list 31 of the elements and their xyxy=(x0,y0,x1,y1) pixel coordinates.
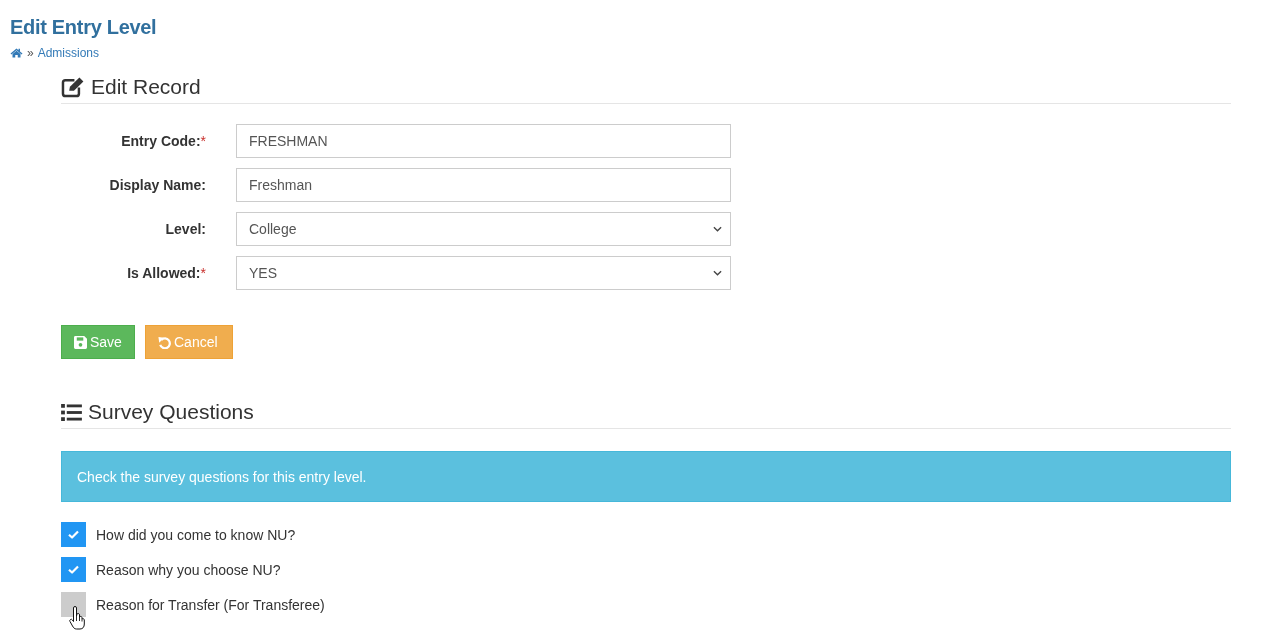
checkbox[interactable] xyxy=(61,557,86,582)
question-label: How did you come to know NU? xyxy=(96,526,296,543)
home-icon xyxy=(10,47,23,58)
info-alert: Check the survey questions for this entry level. xyxy=(61,451,1231,502)
select-dropdown[interactable]: College xyxy=(236,212,731,246)
section-heading: Survey Questions xyxy=(88,400,254,424)
question-label: Reason why you choose NU? xyxy=(96,561,281,578)
chevron-down-icon xyxy=(713,270,722,276)
section-heading: Edit Record xyxy=(91,75,201,99)
chevron-down-icon xyxy=(713,226,722,232)
field-label: Entry Code: xyxy=(121,133,201,149)
required-mark: * xyxy=(200,133,206,149)
text-input[interactable]: FRESHMAN xyxy=(236,124,731,158)
breadcrumb-link[interactable]: Admissions xyxy=(37,45,100,60)
field-label: Level: xyxy=(165,221,206,237)
undo-arrow-icon xyxy=(158,335,171,349)
breadcrumb-separator: » xyxy=(27,45,34,60)
checkmark-icon xyxy=(68,530,79,539)
hand-cursor-icon xyxy=(69,606,85,630)
list-icon xyxy=(61,403,82,421)
checkmark-icon xyxy=(68,565,79,574)
text-input[interactable]: Freshman xyxy=(236,168,731,202)
page-title: Edit Entry Level xyxy=(10,15,157,40)
field-label: Is Allowed: xyxy=(127,265,201,281)
home-link[interactable] xyxy=(10,47,23,58)
field-label: Display Name: xyxy=(109,177,206,193)
checkbox[interactable] xyxy=(61,522,86,547)
edit-icon xyxy=(61,76,85,98)
required-mark: * xyxy=(200,265,206,281)
question-label: Reason for Transfer (For Transferee) xyxy=(96,596,325,613)
select-dropdown[interactable]: YES xyxy=(236,256,731,290)
